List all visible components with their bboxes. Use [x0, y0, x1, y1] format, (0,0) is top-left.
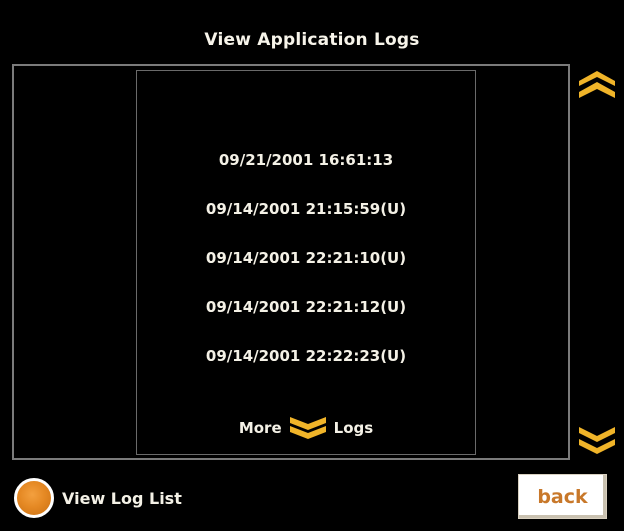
view-log-list-label: View Log List	[62, 488, 182, 508]
scroll-down-button[interactable]	[577, 424, 617, 458]
double-chevron-down-icon	[288, 415, 328, 441]
view-log-list-option[interactable]: View Log List	[14, 476, 182, 520]
log-list: 09/21/2001 16:61:13 09/14/2001 21:15:59(…	[136, 148, 476, 393]
more-logs-button[interactable]: More Logs	[136, 412, 476, 444]
scroll-up-button[interactable]	[577, 67, 617, 101]
log-entry[interactable]: 09/14/2001 22:21:10(U)	[136, 246, 476, 295]
back-button[interactable]: back	[518, 474, 607, 519]
radio-button-icon[interactable]	[14, 478, 54, 518]
more-logs-suffix: Logs	[333, 419, 374, 437]
log-entry[interactable]: 09/21/2001 16:61:13	[136, 148, 476, 197]
double-chevron-up-icon	[577, 71, 617, 105]
double-chevron-down-icon	[577, 427, 617, 462]
more-logs-prefix: More	[238, 419, 282, 437]
log-entry[interactable]: 09/14/2001 21:15:59(U)	[136, 197, 476, 246]
log-entry[interactable]: 09/14/2001 22:21:12(U)	[136, 295, 476, 344]
log-entry[interactable]: 09/14/2001 22:22:23(U)	[136, 344, 476, 393]
page-title: View Application Logs	[204, 30, 420, 50]
